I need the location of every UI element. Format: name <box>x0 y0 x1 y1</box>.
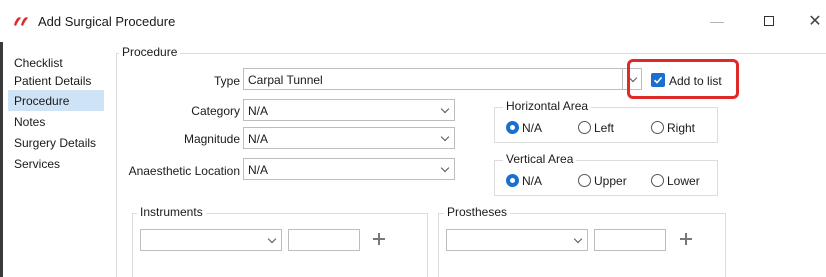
prostheses-quantity-input[interactable] <box>594 229 666 251</box>
category-value: N/A <box>248 104 269 118</box>
maximize-button[interactable] <box>754 10 784 32</box>
horizontal-left-radio[interactable] <box>578 121 591 134</box>
category-label: Category <box>191 104 240 118</box>
vertical-upper-label: Upper <box>594 174 627 188</box>
anaesthetic-location-label: Anaesthetic Location <box>128 164 240 178</box>
chevron-down-icon <box>440 132 450 142</box>
vertical-lower-label: Lower <box>667 174 700 188</box>
minimize-button[interactable]: — <box>702 10 732 32</box>
instruments-label: Instruments <box>137 205 206 219</box>
sidebar-item-procedure[interactable]: Procedure <box>8 90 104 111</box>
chevron-down-icon <box>440 163 450 173</box>
type-value: Carpal Tunnel <box>248 73 323 87</box>
checkmark-icon <box>653 76 663 84</box>
vertical-na-radio[interactable] <box>506 174 519 187</box>
horizontal-na-radio[interactable] <box>506 121 519 134</box>
plus-icon <box>680 233 692 245</box>
window-left-edge <box>0 42 3 277</box>
horizontal-right-radio[interactable] <box>651 121 664 134</box>
prostheses-label: Prostheses <box>444 205 511 219</box>
vertical-area-label: Vertical Area <box>503 152 577 166</box>
add-prosthesis-button[interactable] <box>676 229 696 249</box>
horizontal-left-label: Left <box>594 121 615 135</box>
chevron-down-icon <box>267 234 277 244</box>
procedure-group-label: Procedure <box>119 45 181 59</box>
type-label: Type <box>213 74 240 88</box>
vertical-na-label: N/A <box>522 174 543 188</box>
sidebar-item-notes[interactable]: Notes <box>8 111 104 132</box>
add-instrument-button[interactable] <box>369 229 389 249</box>
horizontal-area-label: Horizontal Area <box>503 99 592 113</box>
anaesthetic-location-combobox[interactable]: N/A <box>243 158 455 180</box>
prostheses-combobox[interactable] <box>446 229 588 251</box>
horizontal-right-label: Right <box>667 121 696 135</box>
add-to-list-label: Add to list <box>669 74 722 88</box>
plus-icon <box>373 233 385 245</box>
add-to-list-checkbox[interactable] <box>651 73 665 87</box>
horizontal-na-label: N/A <box>522 121 543 135</box>
anaesthetic-location-value: N/A <box>248 163 269 177</box>
maximize-icon <box>764 16 774 26</box>
vertical-upper-radio[interactable] <box>578 174 591 187</box>
add-surgical-procedure-window: Add Surgical Procedure — ✕ Checklist Pat… <box>0 0 826 277</box>
close-button[interactable]: ✕ <box>800 10 826 32</box>
magnitude-value: N/A <box>248 132 269 146</box>
category-combobox[interactable]: N/A <box>243 99 455 121</box>
title-bar: Add Surgical Procedure — ✕ <box>0 0 826 42</box>
app-logo-icon <box>14 17 28 26</box>
chevron-down-icon <box>573 234 583 244</box>
chevron-down-icon <box>440 104 450 114</box>
type-combobox[interactable]: Carpal Tunnel <box>243 68 623 90</box>
instruments-combobox[interactable] <box>140 229 282 251</box>
sidebar-item-surgery-details[interactable]: Surgery Details <box>8 132 104 153</box>
magnitude-combobox[interactable]: N/A <box>243 127 455 149</box>
window-title: Add Surgical Procedure <box>38 14 176 29</box>
vertical-lower-radio[interactable] <box>651 174 664 187</box>
magnitude-label: Magnitude <box>183 132 240 146</box>
sidebar-item-patient-details[interactable]: Patient Details <box>8 70 104 91</box>
instruments-quantity-input[interactable] <box>288 229 360 251</box>
sidebar-item-services[interactable]: Services <box>8 153 104 174</box>
